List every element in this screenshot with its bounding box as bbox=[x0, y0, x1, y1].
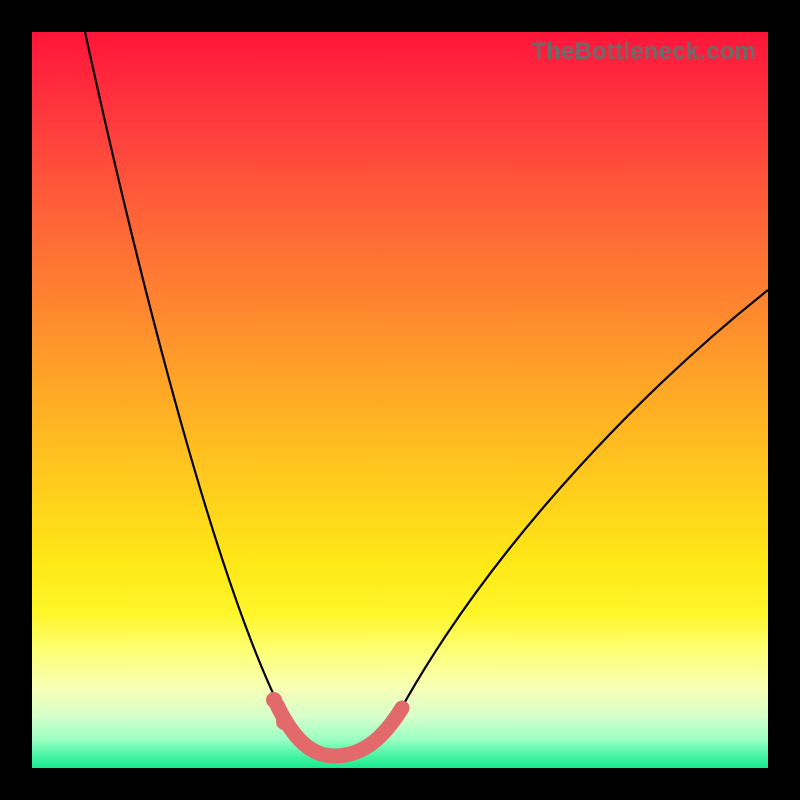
bottom-highlight-marker bbox=[266, 692, 282, 708]
curve-layer bbox=[32, 32, 768, 768]
outer-frame: TheBottleneck.com bbox=[0, 0, 800, 800]
plot-area: TheBottleneck.com bbox=[32, 32, 768, 768]
main-curve bbox=[85, 32, 768, 757]
watermark-text: TheBottleneck.com bbox=[531, 38, 756, 66]
bottom-highlight-marker bbox=[276, 714, 292, 730]
bottom-highlight bbox=[277, 705, 402, 756]
